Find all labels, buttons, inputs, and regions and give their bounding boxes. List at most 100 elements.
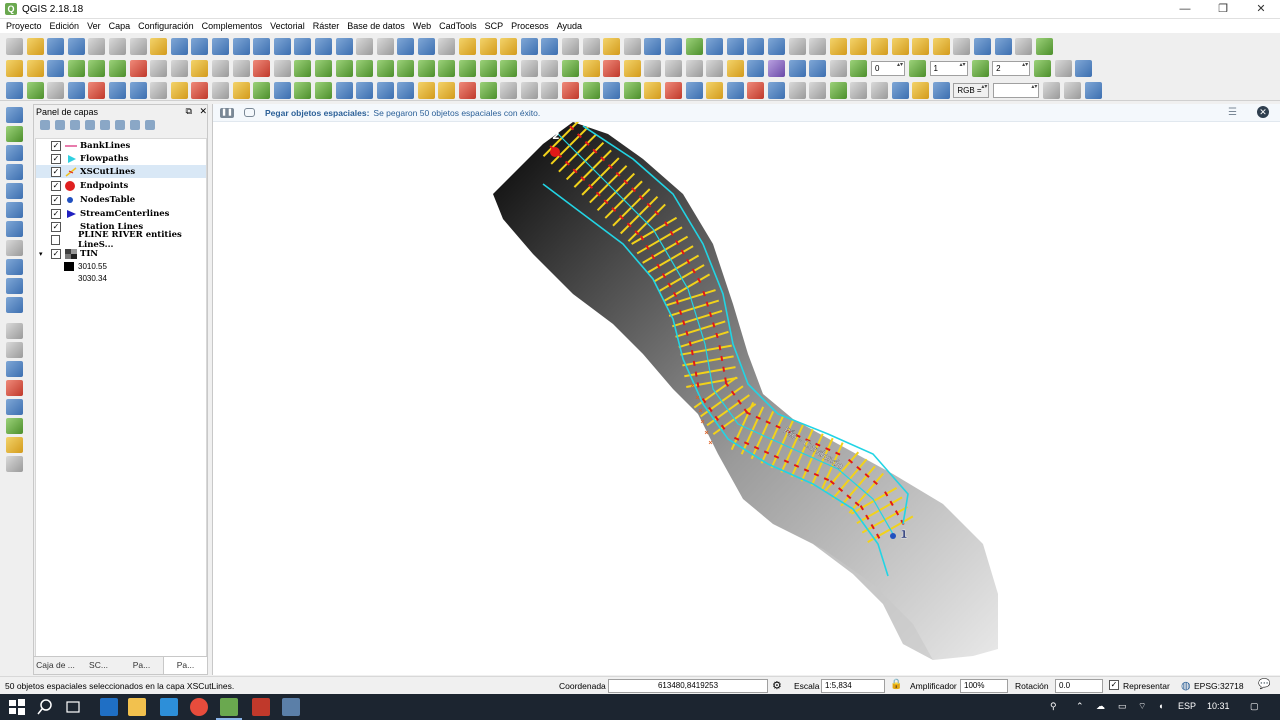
digitize-line-icon[interactable] (6, 81, 23, 99)
gear-icon[interactable] (891, 81, 909, 99)
crop-icon[interactable] (623, 81, 641, 99)
delete-part-icon[interactable] (397, 59, 415, 77)
map-tips-icon[interactable] (603, 37, 621, 55)
band-blue-spinbox[interactable]: 2 (992, 60, 1031, 76)
show-labels-icon[interactable] (665, 59, 682, 77)
minimize-button[interactable]: — (1166, 0, 1204, 19)
move-label-icon[interactable] (932, 37, 950, 55)
layer-checkbox[interactable]: ✓ (51, 180, 61, 191)
maximize-button[interactable]: ❐ (1204, 0, 1242, 19)
digitize-icon[interactable] (706, 37, 724, 55)
float-panel-button[interactable]: ⧉ (186, 106, 192, 116)
blue-layer-icon[interactable] (603, 81, 621, 99)
raster-tools-icon[interactable] (788, 59, 806, 77)
measure-icon[interactable] (582, 37, 600, 55)
coordinate-field[interactable]: 613480,8419253 (608, 679, 768, 693)
crs-globe-icon[interactable]: ◍ (1181, 679, 1191, 692)
menu-proyecto[interactable]: Proyecto (2, 19, 46, 33)
menu-procesos[interactable]: Procesos (507, 19, 553, 33)
add-part-icon[interactable] (335, 59, 353, 77)
layer-row-nodestable[interactable]: ✓ NodesTable (36, 193, 206, 206)
offset-curve-icon[interactable] (438, 59, 456, 77)
rotation-spinbox[interactable]: 0.0 (1055, 679, 1103, 693)
red-pen-icon[interactable] (562, 81, 580, 99)
new-spatialite-icon[interactable] (6, 342, 23, 358)
tab-caja[interactable]: Caja de ... (34, 657, 77, 674)
band-set-icon[interactable] (1054, 59, 1072, 77)
band-blue-2-icon[interactable] (1034, 59, 1052, 77)
save-project-icon[interactable] (47, 37, 65, 55)
red-dots-icon[interactable] (459, 81, 477, 99)
current-edits-icon[interactable] (6, 59, 23, 77)
green-tool-icon[interactable] (479, 81, 497, 99)
delete-selected-icon[interactable] (129, 59, 147, 77)
down-arrow-icon[interactable] (685, 81, 703, 99)
add-delimited-icon[interactable] (314, 81, 332, 99)
simplify-icon[interactable] (294, 59, 312, 77)
filter-legend-icon[interactable] (85, 120, 95, 130)
scale-combo[interactable]: 1:5,834 (821, 679, 885, 693)
add-wcs-icon[interactable] (191, 81, 209, 99)
reset-icon[interactable] (1075, 59, 1093, 77)
measure-line-icon[interactable] (809, 81, 827, 99)
layer-checkbox[interactable]: ✓ (51, 166, 61, 177)
add-wms-icon[interactable] (170, 81, 188, 99)
close-panel-button[interactable]: ✕ (199, 106, 207, 116)
add-vector-icon[interactable] (26, 81, 44, 99)
xy-icon[interactable] (211, 59, 229, 77)
rotate-feature-icon[interactable] (562, 59, 580, 77)
add-text-layer-icon[interactable] (232, 81, 250, 99)
clock[interactable]: 10:31 (1207, 701, 1230, 711)
menu-scp[interactable]: SCP (481, 19, 508, 33)
menu-capa[interactable]: Capa (105, 19, 135, 33)
csv-icon[interactable] (829, 59, 847, 77)
filter-expression-icon[interactable] (100, 120, 110, 130)
move-feature-icon[interactable] (88, 59, 106, 77)
magnify-icon[interactable] (932, 81, 950, 99)
rotate-label-icon[interactable] (953, 37, 971, 55)
store-icon[interactable] (160, 698, 178, 716)
add-postgis-icon[interactable] (88, 81, 106, 99)
grid-tool-icon[interactable] (232, 59, 250, 77)
nv-icon[interactable] (376, 81, 394, 99)
add-wfs-layer-icon[interactable] (6, 202, 23, 218)
battery-icon[interactable]: ▭ (1118, 701, 1127, 712)
text-annotation-icon[interactable] (623, 37, 641, 55)
layer-checkbox[interactable]: ✓ (51, 194, 61, 205)
add-raster-layer-icon[interactable] (6, 126, 23, 142)
attribute-table-icon[interactable] (520, 37, 538, 55)
add-tin-icon[interactable] (6, 418, 23, 434)
layer-row-xscutlines[interactable]: ✓ XSCutLines (36, 165, 206, 178)
fill-ring-icon[interactable] (356, 59, 374, 77)
layer-row-endpoints[interactable]: ✓ Endpoints (36, 179, 206, 192)
add-wcs-layer-icon[interactable] (6, 221, 23, 237)
identify-icon[interactable] (417, 37, 435, 55)
add-gpx-icon[interactable] (294, 81, 312, 99)
merge-features-icon[interactable] (500, 59, 518, 77)
search-icon[interactable] (36, 698, 54, 716)
add-db2-icon[interactable] (129, 81, 147, 99)
band-red-spinbox[interactable]: 0 (870, 60, 905, 76)
layer-labeling-icon[interactable] (603, 59, 621, 77)
zoom-scp-icon[interactable] (1084, 81, 1102, 99)
new-print-composer-icon[interactable] (88, 37, 106, 55)
media-app-icon[interactable] (252, 698, 270, 716)
layer-row-banklines[interactable]: ✓ BankLines (36, 139, 206, 152)
wifi-icon[interactable]: ⌔ (1138, 701, 1146, 712)
layer-diagram-icon[interactable] (623, 59, 641, 77)
snap-icon[interactable] (809, 37, 827, 55)
add-virtual-icon[interactable] (6, 399, 23, 415)
add-spatialite-layer-icon[interactable] (6, 145, 23, 161)
close-message-button[interactable]: ✕ (1257, 106, 1269, 118)
shapefile-icon[interactable] (747, 59, 765, 77)
message-menu-icon[interactable]: ☰ (1228, 107, 1237, 118)
bookmark-icon[interactable] (376, 37, 394, 55)
open-project-icon[interactable] (26, 37, 44, 55)
rgb-value-combo[interactable] (993, 82, 1040, 98)
layer-row-tin[interactable]: ▾ ✓ TIN (36, 247, 206, 260)
crs-label[interactable]: EPSG:32718 (1194, 681, 1244, 691)
add-mssql-icon[interactable] (108, 81, 126, 99)
reshape-icon[interactable] (417, 59, 435, 77)
pan-icon[interactable] (150, 37, 168, 55)
marker-icon[interactable] (891, 37, 909, 55)
